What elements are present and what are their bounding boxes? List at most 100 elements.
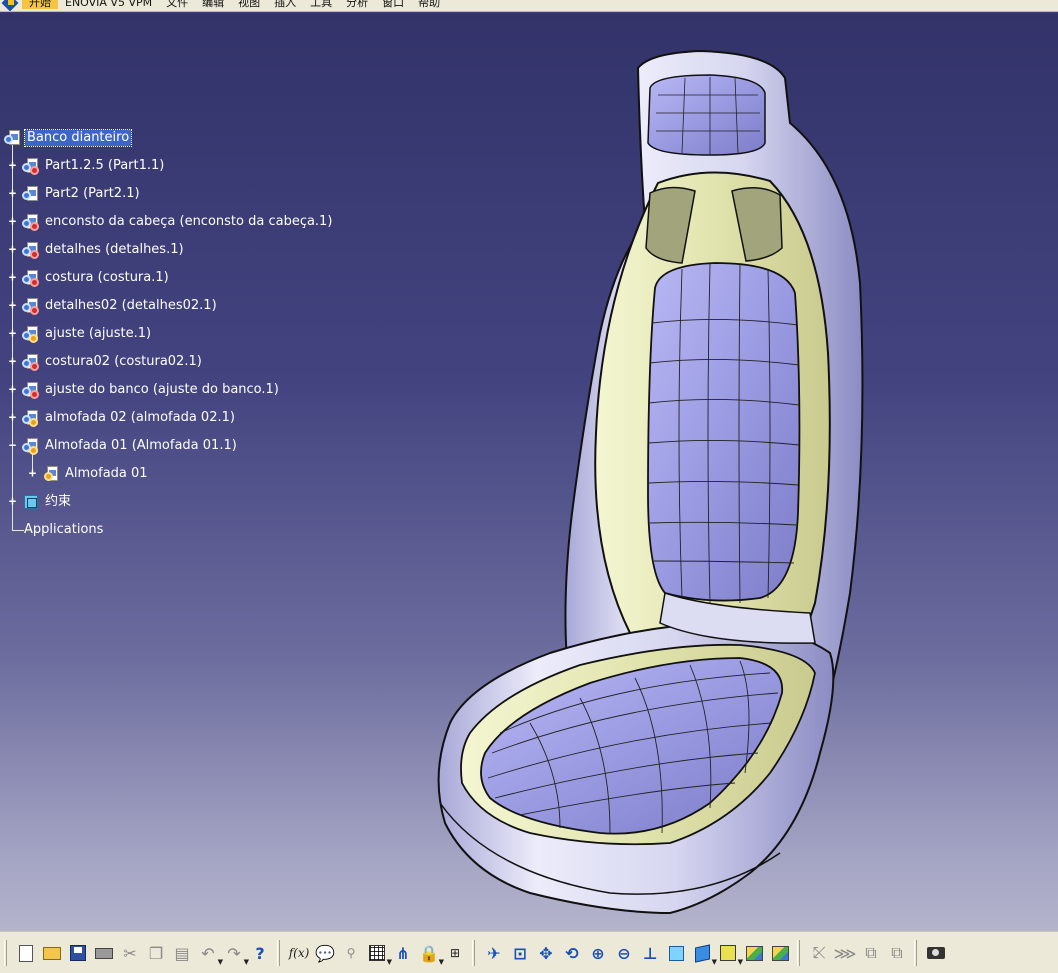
collapse-icon[interactable]: − <box>8 439 17 451</box>
component-icon <box>22 185 40 203</box>
save-icon[interactable] <box>65 940 91 966</box>
tree-item[interactable]: + detalhes02 (detalhes02.1) <box>8 296 219 316</box>
toolbar-grip[interactable] <box>914 940 917 966</box>
menu-start[interactable]: 开始 <box>22 0 58 9</box>
expand-icon[interactable]: + <box>8 187 17 199</box>
formula-icon[interactable]: f(x) <box>286 940 312 966</box>
snap-icon[interactable]: ⋙ <box>832 940 858 966</box>
light-icon[interactable]: ⚲ <box>338 940 364 966</box>
hide-show-icon[interactable] <box>741 940 767 966</box>
expand-icon[interactable]: + <box>8 159 17 171</box>
expand-icon[interactable]: + <box>8 243 17 255</box>
catalog-icon[interactable]: 🔒 ▼ <box>416 940 444 967</box>
tree-item-label[interactable]: detalhes02 (detalhes02.1) <box>43 298 219 314</box>
render-style-icon[interactable]: ▼ <box>715 940 743 966</box>
tree-item[interactable]: + ajuste (ajuste.1) <box>8 324 153 344</box>
tree-item-label[interactable]: Almofada 01 (Almofada 01.1) <box>43 438 239 454</box>
zoom-in-icon[interactable]: ⊕ <box>585 940 611 966</box>
part-gear-icon <box>42 465 60 483</box>
expand-icon[interactable]: + <box>8 355 17 367</box>
seat-model[interactable] <box>410 33 870 931</box>
menu-help[interactable]: 帮助 <box>411 0 447 9</box>
expand-icon[interactable]: + <box>8 495 17 507</box>
tree-item-label[interactable]: enconsto da cabeça (enconsto da cabeça.1… <box>43 214 334 230</box>
tree-item[interactable]: + costura02 (costura02.1) <box>8 352 204 372</box>
expand-icon[interactable]: + <box>8 271 17 283</box>
tree-subitem[interactable]: + Almofada 01 <box>28 464 150 484</box>
redo-icon[interactable]: ↷ ▼ <box>221 940 249 967</box>
swap-space-icon[interactable] <box>767 940 793 966</box>
toolbar-grip[interactable] <box>4 940 7 966</box>
tree-item-label[interactable]: ajuste (ajuste.1) <box>43 326 153 342</box>
tree-item-label[interactable]: ajuste do banco (ajuste do banco.1) <box>43 382 281 398</box>
knowledge-icon[interactable]: 💬 <box>312 940 338 966</box>
fly-mode-icon[interactable]: ✈ <box>481 940 507 966</box>
print-icon[interactable] <box>91 940 117 966</box>
tree-item[interactable]: + costura (costura.1) <box>8 268 171 288</box>
expand-icon[interactable]: + <box>8 327 17 339</box>
fit-all-icon[interactable]: ⊡ <box>507 940 533 966</box>
menu-tools[interactable]: 工具 <box>303 0 339 9</box>
tree-item-label[interactable]: Part2 (Part2.1) <box>43 186 142 202</box>
tree-item-label[interactable]: detalhes (detalhes.1) <box>43 242 186 258</box>
stop-manipulate-icon[interactable]: ⧉ <box>884 940 910 966</box>
multi-view-icon[interactable] <box>663 940 689 966</box>
tree-item-label[interactable]: Part1.2.5 (Part1.1) <box>43 158 166 174</box>
menu-edit[interactable]: 编辑 <box>195 0 231 9</box>
tree-item[interactable]: + enconsto da cabeça (enconsto da cabeça… <box>8 212 334 232</box>
tree-item-label[interactable]: costura (costura.1) <box>43 270 171 286</box>
normal-view-icon[interactable]: ⊥ <box>637 940 663 966</box>
zoom-out-icon[interactable]: ⊖ <box>611 940 637 966</box>
menu-enovia[interactable]: ENOVIA V5 VPM <box>58 0 159 9</box>
tree-item[interactable]: + detalhes (detalhes.1) <box>8 240 186 260</box>
menu-insert[interactable]: 插入 <box>267 0 303 9</box>
menu-window[interactable]: 窗口 <box>375 0 411 9</box>
expand-icon[interactable]: + <box>8 383 17 395</box>
explode-icon[interactable]: ⧉ <box>858 940 884 966</box>
new-icon[interactable] <box>13 940 39 966</box>
pan-icon[interactable]: ✥ <box>533 940 559 966</box>
undo-icon[interactable]: ↶ ▼ <box>195 940 223 967</box>
cut-icon[interactable]: ✂ <box>117 940 143 966</box>
table-icon[interactable]: ▼ <box>364 940 392 966</box>
toolbar-grip[interactable] <box>472 940 475 966</box>
component-icon <box>22 297 40 315</box>
toolbar-grip[interactable] <box>277 940 280 966</box>
tree-item[interactable]: + Part2 (Part2.1) <box>8 184 142 204</box>
paste-icon[interactable]: ▤ <box>169 940 195 966</box>
menu-view[interactable]: 视图 <box>231 0 267 9</box>
tree-item-label[interactable]: almofada 02 (almofada 02.1) <box>43 410 237 426</box>
menu-bar: 开始 ENOVIA V5 VPM 文件 编辑 视图 插入 工具 分析 窗口 帮助 <box>0 0 1058 12</box>
rotate-icon[interactable]: ⟲ <box>559 940 585 966</box>
tree-root[interactable]: Banco dianteiro <box>4 128 133 148</box>
tree-constraints[interactable]: + 约束 <box>8 492 73 512</box>
tree-applications-label[interactable]: Applications <box>22 522 105 538</box>
tree-root-label[interactable]: Banco dianteiro <box>23 129 133 147</box>
manipulate-icon[interactable]: ⤪ <box>806 940 832 966</box>
component-icon <box>22 157 40 175</box>
capture-icon[interactable] <box>923 940 949 966</box>
copy-icon[interactable]: ❐ <box>143 940 169 966</box>
catia-logo-icon[interactable] <box>0 0 22 11</box>
measure-icon[interactable]: ⊞ <box>442 940 468 966</box>
whats-this-icon[interactable]: ? <box>247 940 273 966</box>
menu-analyze[interactable]: 分析 <box>339 0 375 9</box>
tree-constraints-label[interactable]: 约束 <box>43 494 73 510</box>
iso-view-icon[interactable]: ▼ <box>689 940 717 966</box>
expand-icon[interactable]: + <box>8 215 17 227</box>
tree-item-expanded[interactable]: − Almofada 01 (Almofada 01.1) <box>8 436 239 456</box>
expand-icon[interactable]: + <box>8 411 17 423</box>
open-icon[interactable] <box>39 940 65 966</box>
tree-item-label[interactable]: costura02 (costura02.1) <box>43 354 204 370</box>
tree-applications[interactable]: Applications <box>22 520 105 540</box>
tree-item[interactable]: + almofada 02 (almofada 02.1) <box>8 408 237 428</box>
menu-file[interactable]: 文件 <box>159 0 195 9</box>
toolbar-grip[interactable] <box>797 940 800 966</box>
3d-viewport[interactable]: Banco dianteiro + Part1.2.5 (Part1.1) + … <box>0 13 1058 931</box>
expand-icon[interactable]: + <box>28 467 37 479</box>
tree-subitem-label[interactable]: Almofada 01 <box>63 466 150 482</box>
tree-item[interactable]: + Part1.2.5 (Part1.1) <box>8 156 166 176</box>
tree-item[interactable]: + ajuste do banco (ajuste do banco.1) <box>8 380 281 400</box>
expand-icon[interactable]: + <box>8 299 17 311</box>
graph-tree-icon[interactable]: ⋔ <box>390 940 416 966</box>
